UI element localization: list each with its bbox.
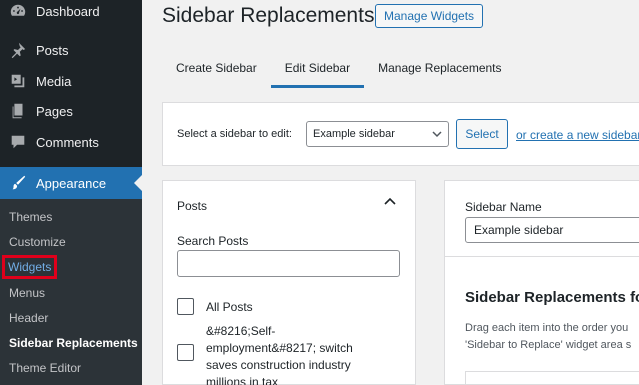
submenu-item-theme-editor[interactable]: Theme Editor xyxy=(9,359,81,377)
divider xyxy=(445,256,639,257)
posts-panel-title: Posts xyxy=(177,199,208,213)
menu-label: Dashboard xyxy=(36,3,100,19)
posts-panel: Posts Search Posts All Posts &#8216;Self… xyxy=(162,180,416,385)
all-posts-label: All Posts xyxy=(206,300,253,314)
tab-manage-replacements[interactable]: Manage Replacements xyxy=(364,50,515,88)
admin-sidebar: Dashboard Posts Media Pages Comments App… xyxy=(0,0,142,385)
media-icon xyxy=(0,72,36,90)
comment-icon xyxy=(0,133,36,151)
description-line: 'Sidebar to Replace' widget area s xyxy=(465,339,632,351)
manage-widgets-button[interactable]: Manage Widgets xyxy=(375,4,484,28)
post-item-label: &#8216;Self-employment&#8217; switch sav… xyxy=(206,324,353,385)
submenu-item-widgets[interactable]: Widgets xyxy=(1,255,58,279)
tab-create-sidebar[interactable]: Create Sidebar xyxy=(162,50,271,88)
menu-item-pages[interactable]: Pages xyxy=(0,95,142,127)
edit-sidebar-label: Select a sidebar to edit: xyxy=(177,128,292,140)
menu-item-media[interactable]: Media xyxy=(0,65,142,97)
edit-sidebar-bar: Select a sidebar to edit: Example sideba… xyxy=(162,102,639,166)
sidebar-replacements-heading: Sidebar Replacements fo xyxy=(465,289,639,306)
pages-icon xyxy=(0,102,36,120)
menu-label: Pages xyxy=(36,103,73,119)
sidebar-select[interactable]: Example sidebar xyxy=(306,121,449,147)
chevron-down-icon xyxy=(432,131,442,138)
page-title: Sidebar Replacements xyxy=(162,4,375,27)
menu-label: Media xyxy=(36,73,72,89)
submenu-item-menus[interactable]: Menus xyxy=(9,284,45,302)
tab-bar: Create Sidebar Edit Sidebar Manage Repla… xyxy=(162,50,516,88)
search-posts-input[interactable] xyxy=(177,250,400,277)
description-line: Drag each item into the order you xyxy=(465,322,629,334)
menu-item-appearance[interactable]: Appearance xyxy=(0,167,142,199)
menu-label: Posts xyxy=(36,42,69,58)
all-posts-checkbox[interactable] xyxy=(177,298,194,315)
menu-label: Comments xyxy=(36,134,99,150)
paintbrush-icon xyxy=(0,174,36,192)
pin-icon xyxy=(0,41,36,59)
submenu-item-customize[interactable]: Customize xyxy=(9,233,66,251)
menu-label: Appearance xyxy=(36,175,107,191)
replacements-drop-area[interactable] xyxy=(465,371,639,385)
sidebar-select-value: Example sidebar xyxy=(313,128,395,140)
menu-item-dashboard[interactable]: Dashboard xyxy=(0,0,142,27)
appearance-submenu: Themes Customize Widgets Menus Header Si… xyxy=(0,199,142,385)
chevron-up-icon[interactable] xyxy=(383,195,397,209)
sidebar-replacements-description: Drag each item into the order you 'Sideb… xyxy=(465,320,631,354)
dashboard-icon xyxy=(0,2,36,20)
sidebar-name-input[interactable]: Example sidebar xyxy=(465,217,639,243)
submenu-item-sidebar-replacements[interactable]: Sidebar Replacements xyxy=(9,334,138,352)
create-new-sidebar-link[interactable]: or create a new sidebar xyxy=(516,128,639,142)
select-button[interactable]: Select xyxy=(456,119,508,149)
submenu-item-header[interactable]: Header xyxy=(9,309,48,327)
submenu-item-themes[interactable]: Themes xyxy=(9,208,52,226)
post-item-checkbox[interactable] xyxy=(177,344,194,361)
tab-edit-sidebar[interactable]: Edit Sidebar xyxy=(270,50,365,88)
menu-item-comments[interactable]: Comments xyxy=(0,126,142,158)
sidebar-name-label: Sidebar Name xyxy=(465,200,542,214)
search-posts-label: Search Posts xyxy=(177,234,249,248)
menu-item-posts[interactable]: Posts xyxy=(0,34,142,66)
sidebar-name-panel: Sidebar Name Example sidebar Sidebar Rep… xyxy=(444,180,639,385)
